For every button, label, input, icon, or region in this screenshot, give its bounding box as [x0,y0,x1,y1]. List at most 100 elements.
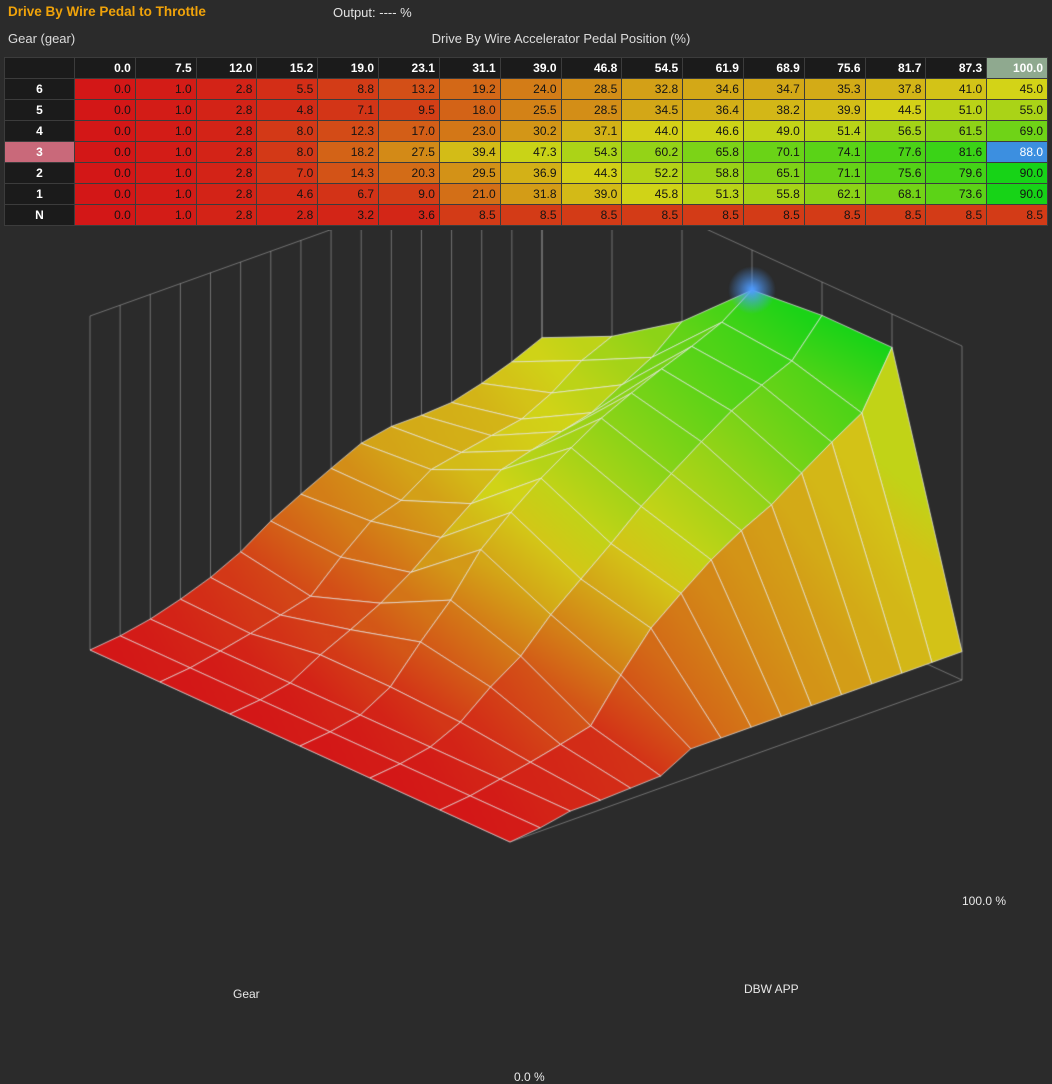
surface-plot-canvas[interactable] [0,230,1052,857]
value-cell[interactable]: 25.5 [500,100,561,121]
value-cell[interactable]: 8.5 [865,205,926,226]
value-cell[interactable]: 2.8 [196,100,257,121]
value-cell[interactable]: 1.0 [135,205,196,226]
table-corner-cell[interactable] [5,58,75,79]
value-cell[interactable]: 81.6 [926,142,987,163]
value-cell[interactable]: 65.1 [743,163,804,184]
col-header-cell[interactable]: 75.6 [804,58,865,79]
value-cell[interactable]: 58.8 [683,163,744,184]
value-cell[interactable]: 1.0 [135,163,196,184]
row-header-cell[interactable]: 3 [5,142,75,163]
value-cell[interactable]: 79.6 [926,163,987,184]
value-cell[interactable]: 2.8 [196,205,257,226]
value-cell[interactable]: 2.8 [196,142,257,163]
value-cell[interactable]: 1.0 [135,184,196,205]
value-cell[interactable]: 8.5 [804,205,865,226]
value-cell[interactable]: 75.6 [865,163,926,184]
col-header-cell[interactable]: 68.9 [743,58,804,79]
col-header-cell[interactable]: 12.0 [196,58,257,79]
value-cell[interactable]: 37.1 [561,121,622,142]
value-cell[interactable]: 5.5 [257,79,318,100]
value-cell[interactable]: 39.9 [804,100,865,121]
value-cell[interactable]: 37.8 [865,79,926,100]
value-cell[interactable]: 39.4 [439,142,500,163]
value-cell[interactable]: 90.0 [987,163,1048,184]
value-cell[interactable]: 1.0 [135,142,196,163]
value-cell[interactable]: 20.3 [379,163,440,184]
value-cell[interactable]: 7.1 [318,100,379,121]
surface-plot[interactable]: Gear DBW APP 0.0 % 100.0 % [0,230,1052,857]
value-cell[interactable]: 8.0 [257,142,318,163]
value-cell[interactable]: 0.0 [75,142,136,163]
value-cell[interactable]: 34.6 [683,79,744,100]
value-cell[interactable]: 52.2 [622,163,683,184]
value-cell[interactable]: 70.1 [743,142,804,163]
row-header-cell[interactable]: 2 [5,163,75,184]
value-cell[interactable]: 29.5 [439,163,500,184]
pedal-throttle-table[interactable]: 0.07.512.015.219.023.131.139.046.854.561… [4,57,1048,226]
value-cell[interactable]: 77.6 [865,142,926,163]
value-cell[interactable]: 8.5 [561,205,622,226]
value-cell[interactable]: 23.0 [439,121,500,142]
value-cell[interactable]: 34.5 [622,100,683,121]
value-cell[interactable]: 18.0 [439,100,500,121]
value-cell[interactable]: 55.0 [987,100,1048,121]
value-cell[interactable]: 41.0 [926,79,987,100]
value-cell[interactable]: 12.3 [318,121,379,142]
value-cell[interactable]: 0.0 [75,100,136,121]
value-cell[interactable]: 0.0 [75,121,136,142]
value-cell[interactable]: 74.1 [804,142,865,163]
col-header-cell[interactable]: 7.5 [135,58,196,79]
value-cell[interactable]: 4.8 [257,100,318,121]
value-cell[interactable]: 0.0 [75,79,136,100]
value-cell[interactable]: 8.5 [500,205,561,226]
value-cell[interactable]: 49.0 [743,121,804,142]
value-cell[interactable]: 19.2 [439,79,500,100]
value-cell[interactable]: 9.5 [379,100,440,121]
value-cell[interactable]: 1.0 [135,100,196,121]
value-cell[interactable]: 39.0 [561,184,622,205]
row-header-cell[interactable]: 5 [5,100,75,121]
value-cell[interactable]: 60.2 [622,142,683,163]
value-cell[interactable]: 0.0 [75,184,136,205]
value-cell[interactable]: 35.3 [804,79,865,100]
value-cell[interactable]: 54.3 [561,142,622,163]
value-cell[interactable]: 17.0 [379,121,440,142]
value-cell[interactable]: 3.2 [318,205,379,226]
value-cell[interactable]: 46.6 [683,121,744,142]
value-cell[interactable]: 28.5 [561,100,622,121]
value-cell[interactable]: 51.3 [683,184,744,205]
value-cell[interactable]: 62.1 [804,184,865,205]
value-cell[interactable]: 8.5 [683,205,744,226]
value-cell[interactable]: 56.5 [865,121,926,142]
col-header-cell[interactable]: 61.9 [683,58,744,79]
col-header-cell[interactable]: 31.1 [439,58,500,79]
col-header-cell[interactable]: 46.8 [561,58,622,79]
value-cell[interactable]: 45.8 [622,184,683,205]
value-cell[interactable]: 8.8 [318,79,379,100]
value-cell[interactable]: 0.0 [75,163,136,184]
col-header-cell[interactable]: 0.0 [75,58,136,79]
row-header-cell[interactable]: 1 [5,184,75,205]
value-cell[interactable]: 65.8 [683,142,744,163]
value-cell[interactable]: 73.6 [926,184,987,205]
value-cell[interactable]: 0.0 [75,205,136,226]
value-cell[interactable]: 28.5 [561,79,622,100]
value-cell[interactable]: 21.0 [439,184,500,205]
value-cell[interactable]: 2.8 [196,79,257,100]
value-cell[interactable]: 32.8 [622,79,683,100]
value-cell[interactable]: 51.4 [804,121,865,142]
value-cell[interactable]: 14.3 [318,163,379,184]
value-cell[interactable]: 8.5 [987,205,1048,226]
value-cell[interactable]: 1.0 [135,79,196,100]
value-cell[interactable]: 69.0 [987,121,1048,142]
value-cell[interactable]: 44.0 [622,121,683,142]
value-cell[interactable]: 8.0 [257,121,318,142]
value-cell[interactable]: 8.5 [439,205,500,226]
value-cell[interactable]: 2.8 [196,184,257,205]
value-cell[interactable]: 7.0 [257,163,318,184]
value-cell[interactable]: 6.7 [318,184,379,205]
col-header-cell[interactable]: 54.5 [622,58,683,79]
value-cell[interactable]: 27.5 [379,142,440,163]
value-cell[interactable]: 2.8 [257,205,318,226]
